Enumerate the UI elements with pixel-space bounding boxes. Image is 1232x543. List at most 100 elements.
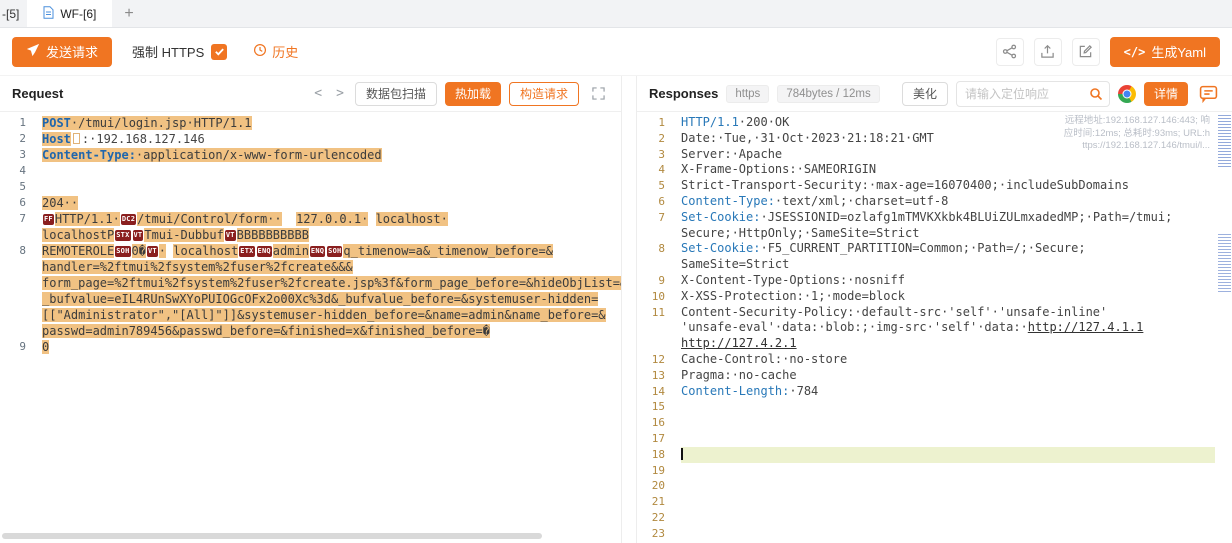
beautify-button[interactable]: 美化: [902, 82, 948, 106]
code-row[interactable]: 7FFHTTP/1.1·DC2/tmui/Control/form·· 127.…: [0, 211, 621, 227]
code-row[interactable]: 19: [637, 463, 1232, 479]
tab-active[interactable]: WF-[6]: [27, 0, 112, 27]
details-button[interactable]: 详情: [1144, 82, 1188, 106]
code-row[interactable]: 17: [637, 431, 1232, 447]
code-row[interactable]: [["Administrator","[All]"]]&systemuser-h…: [0, 307, 621, 323]
minimap-block: [1218, 234, 1231, 292]
line-number: [0, 323, 42, 339]
feedback-button[interactable]: [1196, 82, 1220, 106]
new-tab-button[interactable]: +: [112, 0, 145, 27]
code-segment: POST: [42, 116, 71, 130]
line-number: 16: [637, 415, 681, 431]
toolbar-right-group: </> 生成Yaml: [996, 37, 1220, 67]
code-line-content: handler=%2ftmui%2fsystem%2fuser%2fcreate…: [42, 259, 621, 275]
code-row[interactable]: 1POST·/tmui/login.jsp·HTTP/1.1: [0, 115, 621, 131]
code-row[interactable]: 6Content-Type:·text/xml;·charset=utf-8: [637, 194, 1232, 210]
code-segment: ·application/x-www-form-urlencoded: [136, 148, 382, 162]
code-row[interactable]: 11Content-Security-Policy:·default-src·'…: [637, 305, 1232, 321]
request-editor[interactable]: 1POST·/tmui/login.jsp·HTTP/1.12Host:·192…: [0, 112, 621, 543]
send-request-label: 发送请求: [46, 42, 98, 61]
code-row[interactable]: SameSite=Strict: [637, 257, 1232, 273]
code-row[interactable]: 20: [637, 478, 1232, 494]
code-row[interactable]: 90: [0, 339, 621, 355]
control-char-badge: VT: [147, 246, 158, 257]
code-line-content: FFHTTP/1.1·DC2/tmui/Control/form·· 127.0…: [42, 211, 621, 227]
response-editor[interactable]: 远程地址:192.168.127.146:443; 响 应时间:12ms; 总耗…: [637, 112, 1232, 543]
send-request-button[interactable]: 发送请求: [12, 37, 112, 67]
code-icon: </>: [1124, 45, 1146, 59]
code-row[interactable]: 8REMOTEROLESOH0�VT· localhostETXENQadmin…: [0, 243, 621, 259]
code-row[interactable]: 21: [637, 494, 1232, 510]
line-number: 5: [0, 179, 42, 195]
code-row[interactable]: 13Pragma:·no-cache: [637, 368, 1232, 384]
main-toolbar: 发送请求 强制 HTTPS 历史 </> 生成Yaml: [0, 28, 1232, 76]
tab-bar: -[5] WF-[6] +: [0, 0, 1232, 28]
search-button[interactable]: [1083, 82, 1109, 106]
code-row[interactable]: 4: [0, 163, 621, 179]
horizontal-scrollbar[interactable]: [2, 533, 542, 539]
code-row[interactable]: 16: [637, 415, 1232, 431]
code-row[interactable]: 7Set-Cookie:·JSESSIONID=ozlafg1mTMVKXkbk…: [637, 210, 1232, 226]
code-row[interactable]: 5Strict-Transport-Security:·max-age=1607…: [637, 178, 1232, 194]
code-line-content: Cache-Control:·no-store: [681, 352, 1215, 368]
code-segment: BBBBBBBBBB: [237, 228, 309, 242]
chrome-icon[interactable]: [1118, 85, 1136, 103]
code-row[interactable]: 14Content-Length:·784: [637, 384, 1232, 400]
code-line-content: X-XSS-Protection:·1;·mode=block: [681, 289, 1215, 305]
code-segment: http://127.4.2.1: [681, 336, 797, 350]
next-request-icon[interactable]: >: [333, 86, 347, 101]
code-row[interactable]: 18: [637, 447, 1232, 463]
minimap[interactable]: [1217, 112, 1231, 543]
code-row[interactable]: http://127.4.2.1: [637, 336, 1232, 352]
line-number: 6: [0, 195, 42, 211]
chrome-icon-center: [1122, 89, 1131, 98]
generate-yaml-button[interactable]: </> 生成Yaml: [1110, 37, 1220, 67]
force-https-label: 强制 HTTPS: [132, 42, 204, 61]
code-segment: Content-Security-Policy:·default-src·'se…: [681, 305, 1107, 319]
code-row[interactable]: 12Cache-Control:·no-store: [637, 352, 1232, 368]
code-row[interactable]: 'unsafe-eval'·data:·blob:;·img-src·'self…: [637, 320, 1232, 336]
packet-scan-button[interactable]: 数据包扫描: [355, 82, 437, 106]
code-segment: q_timenow=a&_timenow_before=&: [343, 244, 553, 258]
code-segment: http://127.4.1.1: [1028, 320, 1144, 334]
code-row[interactable]: localhostPSTXVTTmui-DubbufVTBBBBBBBBBB: [0, 227, 621, 243]
code-line-content: REMOTEROLESOH0�VT· localhostETXENQadminE…: [42, 243, 621, 259]
history-button[interactable]: 历史: [253, 42, 298, 61]
code-segment: localhostP: [42, 228, 114, 242]
code-row[interactable]: Secure;·HttpOnly;·SameSite=Strict: [637, 226, 1232, 242]
line-number: 8: [0, 243, 42, 259]
force-https-checkbox[interactable]: [211, 44, 227, 60]
panel-divider[interactable]: [622, 76, 636, 543]
line-number: 10: [637, 289, 681, 305]
tab-partial[interactable]: -[5]: [0, 0, 27, 27]
code-row[interactable]: 8Set-Cookie:·F5_CURRENT_PARTITION=Common…: [637, 241, 1232, 257]
response-search: [956, 81, 1110, 107]
code-row[interactable]: handler=%2ftmui%2fsystem%2fuser%2fcreate…: [0, 259, 621, 275]
share-button[interactable]: [996, 38, 1024, 66]
code-row[interactable]: 2Host:·192.168.127.146: [0, 131, 621, 147]
control-char-badge: ENQ: [257, 246, 272, 257]
edit-button[interactable]: [1072, 38, 1100, 66]
code-row[interactable]: 9X-Content-Type-Options:·nosniff: [637, 273, 1232, 289]
code-row[interactable]: 6204··: [0, 195, 621, 211]
line-number: 2: [637, 131, 681, 147]
code-row[interactable]: 22: [637, 510, 1232, 526]
code-row[interactable]: 10X-XSS-Protection:·1;·mode=block: [637, 289, 1232, 305]
code-row[interactable]: 4X-Frame-Options:·SAMEORIGIN: [637, 162, 1232, 178]
construct-request-button[interactable]: 构造请求: [509, 82, 579, 106]
code-row[interactable]: 3Content-Type:·application/x-www-form-ur…: [0, 147, 621, 163]
hot-reload-button[interactable]: 热加载: [445, 82, 501, 106]
code-line-content: [681, 463, 1215, 479]
code-row[interactable]: 15: [637, 399, 1232, 415]
code-row[interactable]: form_page=%2ftmui%2fsystem%2fuser%2fcrea…: [0, 275, 621, 291]
search-input[interactable]: [957, 87, 1083, 101]
fullscreen-button[interactable]: [587, 83, 609, 105]
code-row[interactable]: 23: [637, 526, 1232, 542]
code-row[interactable]: 5: [0, 179, 621, 195]
export-button[interactable]: [1034, 38, 1062, 66]
prev-request-icon[interactable]: <: [311, 86, 325, 101]
code-row[interactable]: passwd=admin789456&passwd_before=&finish…: [0, 323, 621, 339]
code-line-content: X-Content-Type-Options:·nosniff: [681, 273, 1215, 289]
code-segment: ·/tmui/login.jsp·HTTP/1.1: [71, 116, 252, 130]
code-row[interactable]: _bufvalue=eIL4RUnSwXYoPUIOGcOFx2o00Xc%3d…: [0, 291, 621, 307]
